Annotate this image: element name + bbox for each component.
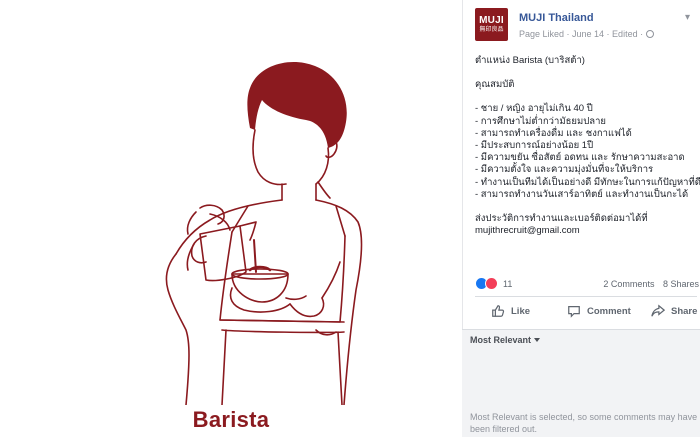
globe-icon <box>646 30 655 38</box>
post-meta-text: Page Liked · June 14 · Edited · <box>519 29 644 39</box>
post-line: - ทำงานเป็นทีมได้เป็นอย่างดี มีทักษะในกา… <box>475 176 700 188</box>
post-line: - สามารถทำเครื่องดื่ม และ ชงกาแฟได้ <box>475 127 632 139</box>
comment-sort-label: Most Relevant <box>470 335 532 345</box>
filter-note: Most Relevant is selected, so some comme… <box>470 412 698 434</box>
reaction-count[interactable]: 11 <box>503 279 512 289</box>
post-line: คุณสมบัติ <box>475 79 515 91</box>
chevron-down-icon[interactable]: ▾ <box>685 13 695 23</box>
avatar-subtext: 無印良品 <box>479 27 504 33</box>
caret-down-icon <box>534 338 541 342</box>
barista-illustration <box>165 61 363 405</box>
comments-section: Most Relevant Most Relevant is selected,… <box>462 329 700 437</box>
comment-sort-dropdown[interactable]: Most Relevant <box>470 335 541 345</box>
photo-caption: Barista <box>192 407 270 432</box>
post-line: - มีความตั้งใจ และความมุ่งมั่นที่จะให้บร… <box>475 164 654 176</box>
post-line: - มีประสบการณ์อย่างน้อย 1ปี <box>475 140 594 152</box>
shares-count[interactable]: 8 Shares <box>663 279 699 289</box>
page-name-link[interactable]: MUJI Thailand <box>519 12 594 24</box>
post-line: - การศึกษาไม่ต่ำกว่ามัธยมปลาย <box>475 115 606 127</box>
comment-label: Comment <box>587 305 631 317</box>
comment-icon <box>568 306 580 318</box>
share-label: Share <box>671 305 698 317</box>
share-icon <box>651 304 665 317</box>
love-reaction-icon[interactable] <box>485 277 498 290</box>
like-label: Like <box>511 305 531 317</box>
thumbs-up-icon <box>492 305 505 317</box>
like-button[interactable]: Like <box>491 304 530 318</box>
post-line: - สามารถทำงานวันเสาร์อาทิตย์ และทำงานเป็… <box>475 188 689 200</box>
contact-email[interactable]: mujithrecruit@gmail.com <box>475 225 697 237</box>
post-line: ตำแหน่ง Barista (บาริสต้า) <box>475 55 585 66</box>
share-button[interactable]: Share <box>651 304 697 318</box>
post-line: - ชาย / หญิง อายุไม่เกิน 40 ปี <box>475 103 593 115</box>
avatar-text: MUJI <box>479 15 504 26</box>
page-avatar[interactable]: MUJI 無印良品 <box>475 8 508 41</box>
comments-count[interactable]: 2 Comments <box>603 279 654 289</box>
post-text: ตำแหน่ง Barista (บาริสต้า) คุณสมบัติ - ช… <box>475 55 700 237</box>
post-line: ส่งประวัติการทำงานและเบอร์ติดต่อมาได้ที่ <box>475 213 648 225</box>
action-bar: Like Comment Share <box>475 301 699 323</box>
comment-button[interactable]: Comment <box>567 304 631 318</box>
post-photo[interactable]: Barista <box>0 0 462 437</box>
reaction-summary: 11 2 Comments 8 Shares <box>475 276 699 292</box>
post-line: - มีความขยัน ซื่อสัตย์ อดทน และ รักษาควา… <box>475 152 685 164</box>
divider <box>475 296 697 297</box>
post-header: MUJI 無印良品 MUJI Thailand Page Liked · Jun… <box>475 8 697 44</box>
post-meta: Page Liked · June 14 · Edited · <box>519 29 655 39</box>
